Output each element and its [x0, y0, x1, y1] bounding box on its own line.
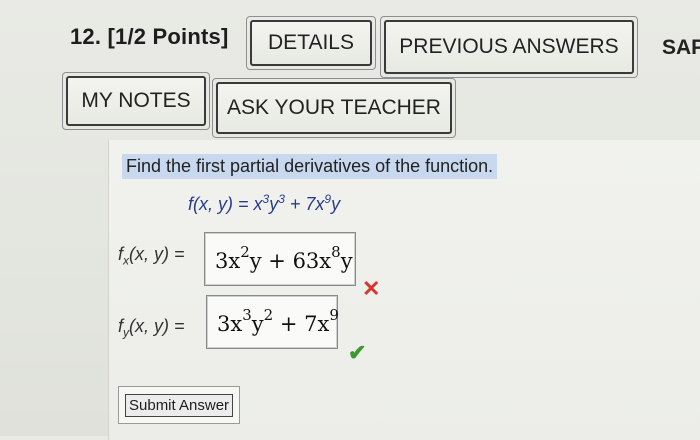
- submit-area: Submit Answer: [118, 386, 240, 424]
- question-number: 12.: [70, 24, 102, 49]
- fy-answer-field[interactable]: 3x3y2 + 7x9: [206, 295, 339, 349]
- details-button[interactable]: DETAILS: [246, 16, 376, 70]
- previous-answers-label: PREVIOUS ANSWERS: [399, 35, 619, 58]
- check-icon: ✔: [348, 340, 367, 365]
- previous-answers-button[interactable]: PREVIOUS ANSWERS: [380, 16, 638, 78]
- ask-teacher-label: ASK YOUR TEACHER: [227, 96, 441, 119]
- ask-teacher-button[interactable]: ASK YOUR TEACHER: [212, 78, 456, 138]
- sap-button[interactable]: SAP: [662, 28, 700, 68]
- details-label: DETAILS: [268, 31, 354, 54]
- question-points: [1/2 Points]: [107, 24, 229, 49]
- fx-answer-field[interactable]: 3x2y + 63x8y: [204, 232, 356, 286]
- submit-answer-button[interactable]: Submit Answer: [125, 393, 234, 417]
- fx-label: fx(x, y) =: [118, 244, 185, 268]
- cross-icon: ✕: [362, 276, 381, 301]
- function-expression: f(x, y) = x3y3 + 7x9y: [188, 192, 341, 214]
- problem-prompt: Find the first partial derivatives of th…: [122, 154, 498, 179]
- question-header: 12. [1/2 Points]: [70, 24, 228, 50]
- fy-label: fy(x, y) =: [118, 316, 185, 340]
- my-notes-label: MY NOTES: [81, 89, 191, 112]
- sap-label: SAP: [662, 36, 700, 59]
- my-notes-button[interactable]: MY NOTES: [62, 72, 210, 130]
